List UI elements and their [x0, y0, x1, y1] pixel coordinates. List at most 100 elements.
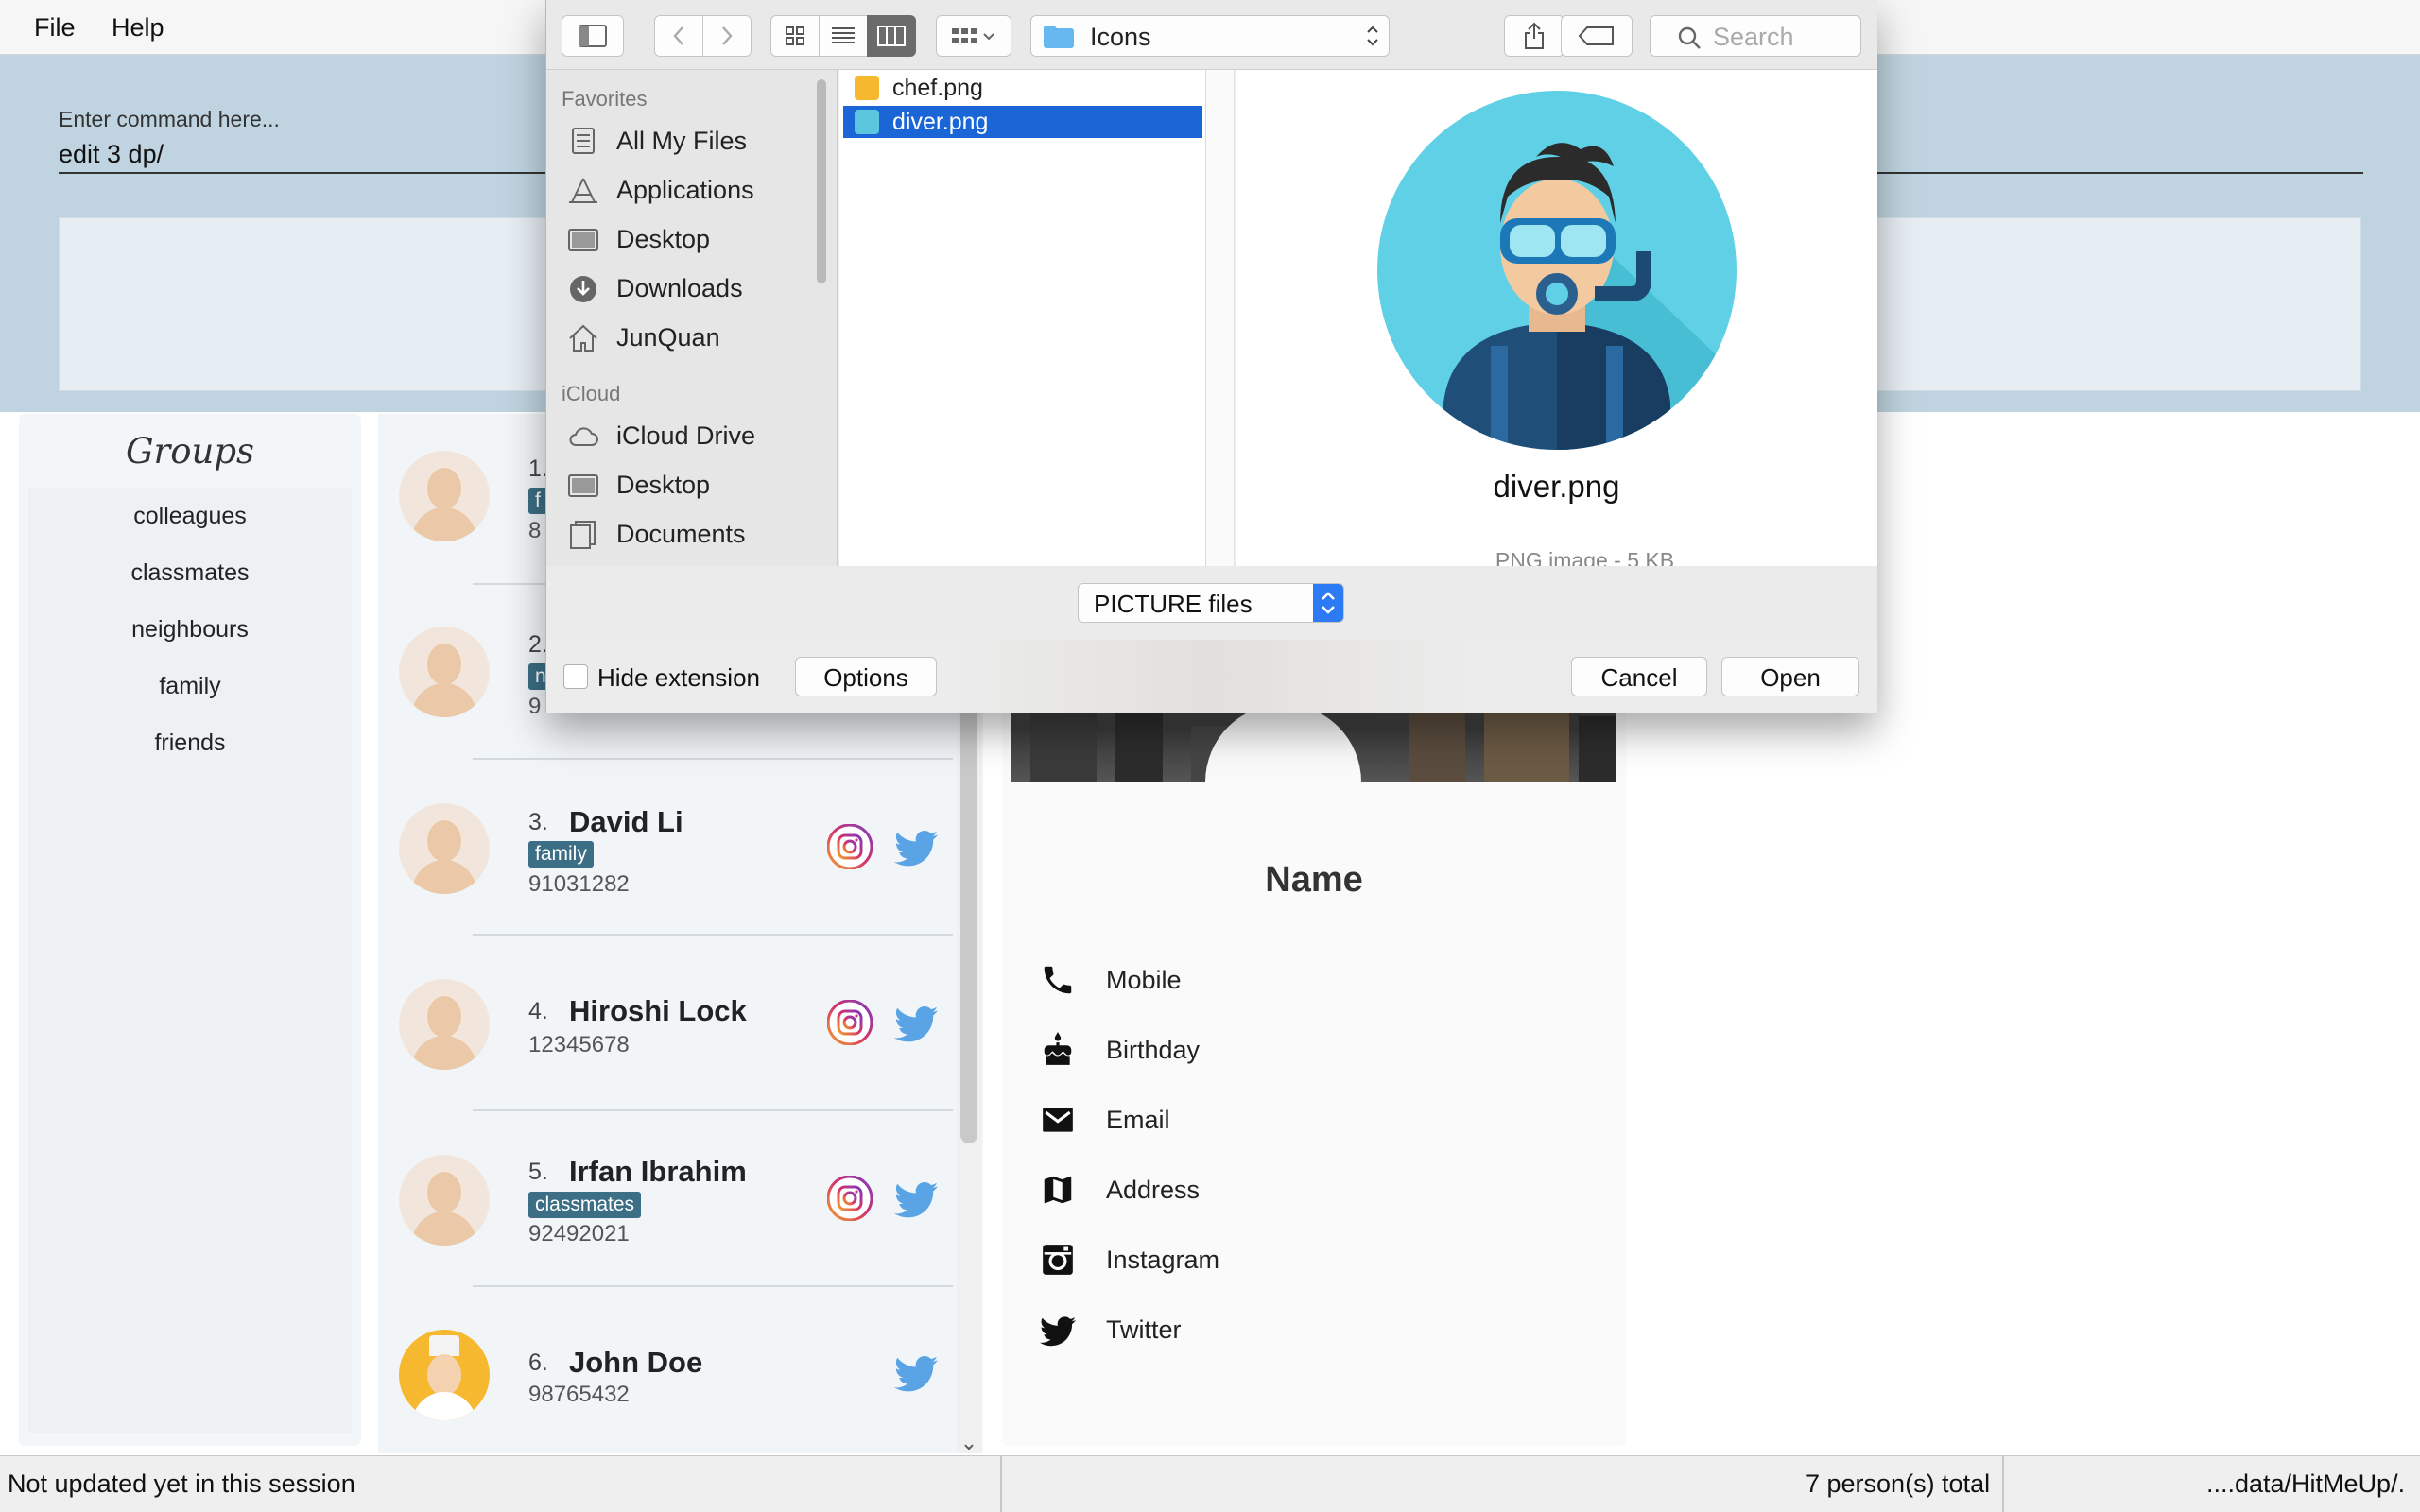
hide-extension-label: Hide extension — [597, 663, 760, 692]
group-tag: f — [528, 488, 547, 514]
save-location: ....data/HitMeUp/. — [2206, 1469, 2406, 1498]
person-index: 4. — [528, 998, 548, 1024]
dialog-sidebar: Favorites All My Files Applications Desk… — [546, 70, 838, 566]
person-name: Hiroshi Lock — [569, 994, 747, 1027]
instagram-glyph-icon — [1043, 1245, 1073, 1275]
twitter-icon[interactable] — [894, 1355, 938, 1393]
person-phone: 91031282 — [528, 871, 630, 897]
sidebar-label: Documents — [616, 520, 746, 548]
avatar — [399, 1155, 490, 1246]
list-icon — [832, 27, 855, 43]
chevron-right-icon — [722, 26, 733, 45]
back-button[interactable] — [654, 15, 703, 57]
list-separator — [473, 1285, 953, 1287]
group-item-family[interactable]: family — [28, 673, 352, 700]
menu-help[interactable]: Help — [112, 13, 164, 43]
list-view-button[interactable] — [819, 15, 868, 57]
groups-title: Groups — [125, 431, 255, 472]
search-icon — [1678, 26, 1701, 49]
avatar — [399, 979, 490, 1070]
share-button[interactable] — [1504, 15, 1564, 57]
open-button[interactable]: Open — [1721, 657, 1859, 696]
location-label: Icons — [1090, 23, 1151, 51]
person-name: David Li — [569, 805, 683, 838]
open-file-dialog: Icons Search Favorites All My Files Appl… — [545, 0, 1877, 713]
file-format-select[interactable]: PICTURE files — [1078, 583, 1344, 623]
field-birthday: Birthday — [1106, 1036, 1201, 1064]
folder-icon — [1044, 26, 1074, 48]
twitter-icon[interactable] — [894, 1181, 938, 1219]
chevron-left-icon — [673, 26, 683, 45]
person-count: 7 person(s) total — [1806, 1469, 1991, 1498]
group-tag: family — [528, 841, 594, 868]
sidebar-label: JunQuan — [616, 323, 720, 352]
person-index: 5. — [528, 1159, 548, 1185]
menu-file[interactable]: File — [34, 13, 76, 43]
groups-panel: Groups colleagues classmates neighbours … — [19, 414, 361, 1446]
person-index: 6. — [528, 1349, 548, 1376]
person-phone: 92492021 — [528, 1221, 630, 1246]
sidebar-label: Downloads — [616, 274, 743, 302]
group-item-neighbours[interactable]: neighbours — [28, 616, 352, 644]
dialog-search-field[interactable]: Search — [1650, 15, 1861, 57]
forward-button[interactable] — [702, 15, 752, 57]
sidebar-icon — [579, 25, 607, 47]
group-item-friends[interactable]: friends — [28, 730, 352, 757]
format-stepper — [1313, 584, 1343, 622]
avatar — [399, 803, 490, 894]
location-popup[interactable]: Icons — [1030, 15, 1390, 57]
preview-file-info: PNG image - 5 KB — [1495, 548, 1675, 566]
file-item-diver[interactable]: diver.png — [843, 106, 1202, 138]
icloud-header: iCloud — [562, 382, 621, 405]
file-item-chef[interactable]: chef.png — [843, 72, 1202, 104]
twitter-icon[interactable] — [894, 1005, 938, 1043]
profile-photo — [1205, 704, 1361, 860]
twitter-icon[interactable] — [894, 830, 938, 868]
status-divider — [1000, 1456, 1002, 1512]
field-address: Address — [1106, 1176, 1201, 1204]
sidebar-scrollbar[interactable] — [817, 79, 826, 284]
instagram-icon[interactable] — [827, 1000, 873, 1045]
status-divider — [2002, 1456, 2004, 1512]
field-twitter: Twitter — [1106, 1315, 1182, 1344]
map-icon — [1044, 1176, 1072, 1204]
avatar — [399, 627, 490, 717]
phone-icon — [1044, 966, 1072, 994]
field-instagram: Instagram — [1106, 1246, 1220, 1274]
favorites-header: Favorites — [562, 87, 648, 111]
cloud-icon — [569, 427, 598, 446]
empty-column — [1206, 70, 1235, 566]
command-hint: Enter command here... — [59, 107, 280, 131]
group-item-classmates[interactable]: classmates — [28, 559, 352, 587]
avatar — [399, 1330, 490, 1420]
column-view-button[interactable] — [867, 15, 916, 57]
field-mobile: Mobile — [1106, 966, 1182, 994]
sidebar-label: All My Files — [616, 127, 748, 155]
search-placeholder: Search — [1713, 23, 1794, 51]
email-icon — [1043, 1108, 1073, 1132]
all-files-icon — [572, 128, 595, 154]
group-item-colleagues[interactable]: colleagues — [28, 503, 352, 530]
cake-icon — [1044, 1032, 1072, 1065]
cancel-button[interactable]: Cancel — [1571, 657, 1707, 696]
icon-view-button[interactable] — [770, 15, 820, 57]
instagram-icon[interactable] — [827, 1176, 873, 1221]
home-icon — [569, 324, 597, 352]
file-column: chef.png diver.png — [839, 70, 1206, 566]
scroll-down-arrow[interactable]: ⌄ — [957, 1431, 981, 1455]
hide-extension-checkbox[interactable] — [563, 664, 588, 689]
instagram-icon[interactable] — [827, 824, 873, 869]
file-format-value: PICTURE files — [1094, 590, 1253, 618]
status-bar: Not updated yet in this session 7 person… — [0, 1455, 2420, 1512]
documents-icon — [570, 521, 596, 549]
sidebar-label: iCloud Drive — [616, 421, 756, 450]
list-separator — [473, 934, 953, 936]
applications-icon — [569, 178, 597, 203]
options-button[interactable]: Options — [795, 657, 937, 696]
arrange-button[interactable] — [936, 15, 1011, 57]
tag-button[interactable] — [1561, 15, 1633, 57]
person-phone: 98765432 — [528, 1382, 630, 1407]
list-separator — [473, 1109, 953, 1111]
sidebar-toggle-button[interactable] — [562, 15, 624, 57]
person-name: John Doe — [569, 1346, 703, 1379]
